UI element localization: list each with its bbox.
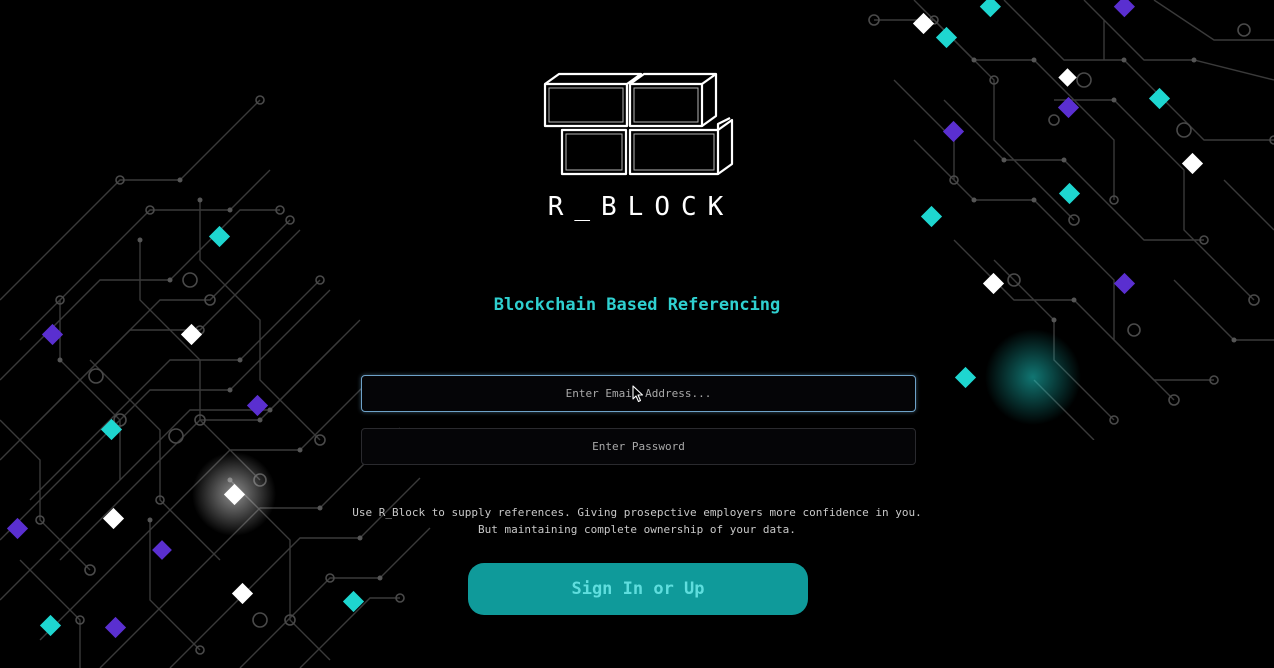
login-page: R_BLOCK Blockchain Based Referencing Use… xyxy=(0,0,1274,668)
tagline: Blockchain Based Referencing xyxy=(493,295,781,315)
description-text: Use R_Block to supply references. Giving… xyxy=(352,506,922,536)
sign-in-button[interactable]: Sign In or Up xyxy=(468,563,808,615)
brand-name: R_BLOCK xyxy=(547,192,735,222)
circuit-decoration-left xyxy=(0,95,431,668)
password-input[interactable] xyxy=(361,428,916,465)
mouse-pointer-icon xyxy=(632,385,644,403)
